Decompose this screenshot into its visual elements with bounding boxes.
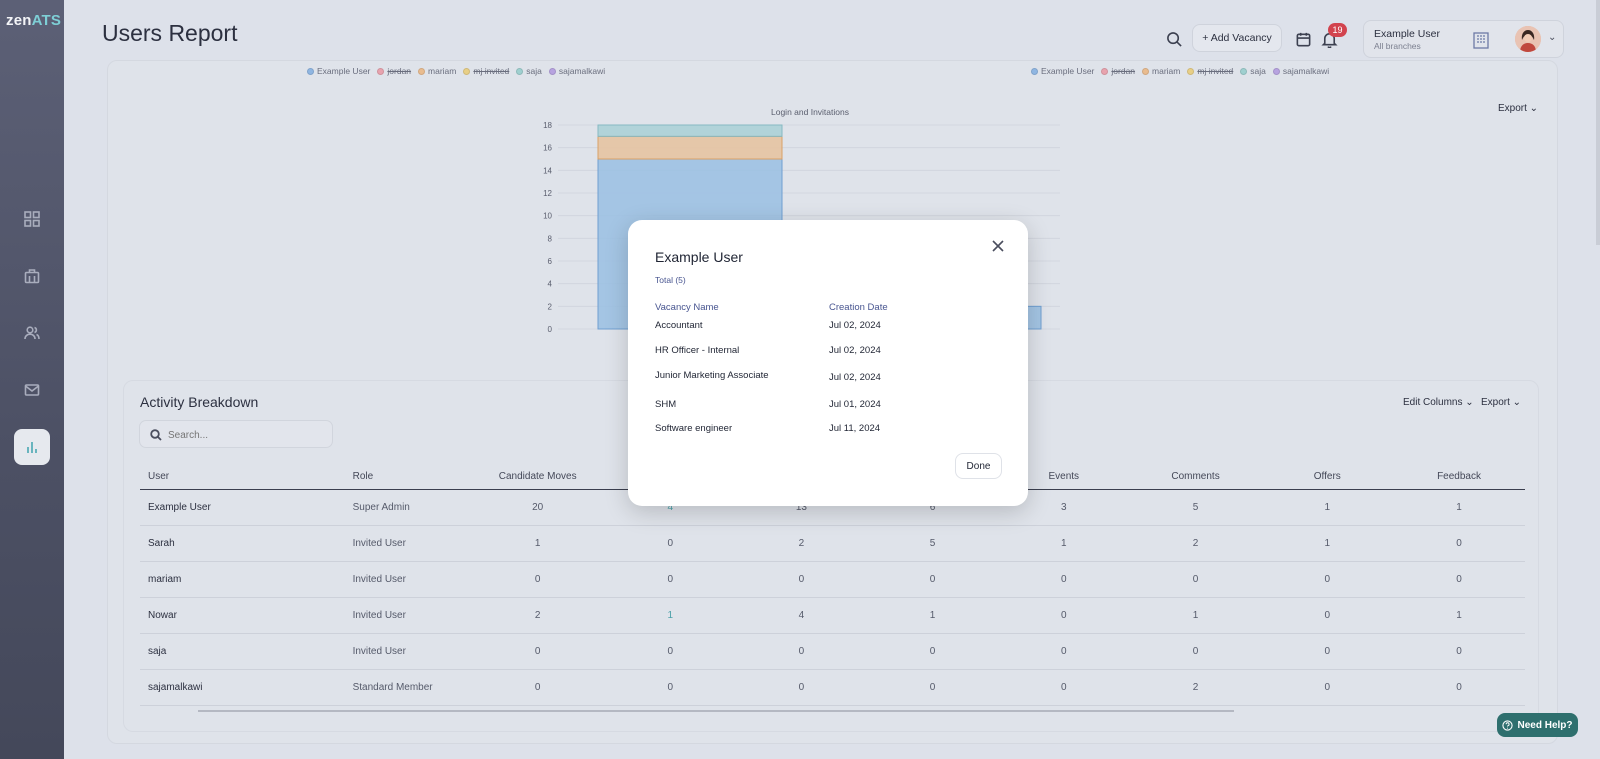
vacancy-name[interactable]: SHM (655, 399, 676, 410)
page-scrollbar[interactable] (1596, 0, 1600, 245)
modal-total: Total (5) (655, 275, 686, 285)
need-help-button[interactable]: Need Help? (1497, 713, 1578, 737)
vacancy-name[interactable]: Software engineer (655, 423, 732, 434)
vacancy-name[interactable]: Accountant (655, 320, 703, 331)
creation-date: Jul 01, 2024 (829, 399, 881, 410)
creation-date: Jul 02, 2024 (829, 320, 881, 331)
close-icon (992, 240, 1004, 252)
help-icon (1502, 719, 1514, 731)
done-button[interactable]: Done (955, 453, 1002, 479)
creation-date: Jul 02, 2024 (829, 372, 881, 383)
vacancies-modal: Example User Total (5) Vacancy Name Crea… (628, 220, 1028, 506)
vacancy-name[interactable]: Junior Marketing Associate (655, 370, 769, 381)
modal-title: Example User (655, 249, 743, 265)
close-button[interactable] (989, 237, 1007, 255)
creation-date: Jul 11, 2024 (829, 423, 881, 434)
creation-date-header: Creation Date (829, 302, 888, 313)
creation-date: Jul 02, 2024 (829, 345, 881, 356)
vacancy-name[interactable]: HR Officer - Internal (655, 345, 739, 356)
vacancy-name-header: Vacancy Name (655, 302, 719, 313)
